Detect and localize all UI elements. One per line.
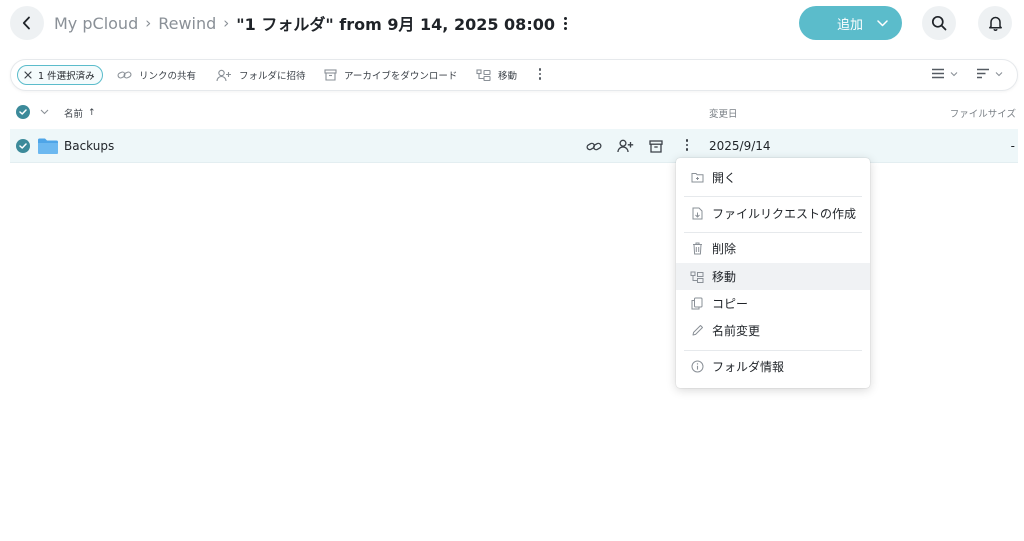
row-checkbox[interactable] (16, 139, 30, 153)
search-button[interactable] (922, 6, 956, 40)
menu-divider (684, 350, 862, 351)
column-modified[interactable]: 変更日 (709, 106, 738, 120)
menu-item-folder-info-label: フォルダ情報 (712, 360, 785, 374)
sort-ascending-icon: ↑ (88, 108, 96, 118)
pencil-icon (690, 324, 704, 338)
invite-to-folder-button[interactable]: フォルダに招待 (216, 66, 306, 84)
menu-item-rename-label: 名前変更 (712, 324, 761, 338)
list-view-icon (932, 68, 944, 79)
column-name[interactable]: 名前 ↑ (64, 106, 96, 120)
breadcrumb-separator: › (145, 14, 152, 32)
row-archive-button[interactable] (647, 137, 665, 155)
add-button-label: 追加 (837, 17, 864, 33)
search-icon (931, 15, 947, 31)
chevron-down-icon (950, 71, 958, 76)
selection-count-label: 1 件選択済み (38, 71, 95, 82)
menu-item-delete[interactable]: 削除 (676, 235, 870, 262)
share-link-label: リンクの共有 (139, 71, 197, 82)
row-share-link-button[interactable] (585, 137, 603, 155)
select-all-checkbox[interactable] (16, 105, 30, 119)
selection-count-chip[interactable]: 1 件選択済み (17, 65, 103, 85)
link-icon (586, 142, 602, 150)
row-invite-button[interactable] (616, 137, 634, 155)
menu-item-delete-label: 削除 (712, 242, 737, 256)
share-link-button[interactable]: リンクの共有 (117, 66, 196, 84)
back-button[interactable] (10, 6, 44, 40)
folder-icon (37, 137, 59, 159)
toolbar-more-icon[interactable] (536, 68, 544, 84)
column-size[interactable]: ファイルサイズ (950, 106, 1016, 120)
trash-icon (690, 242, 704, 256)
select-options-chevron-icon[interactable] (40, 107, 49, 118)
menu-item-move[interactable]: 移動 (676, 263, 870, 290)
menu-item-file-request-label: ファイルリクエストの作成 (712, 207, 857, 221)
column-name-label: 名前 (64, 109, 84, 120)
file-request-icon (690, 207, 704, 221)
link-icon (117, 71, 132, 79)
view-mode-button[interactable] (931, 68, 958, 79)
menu-item-file-request[interactable]: ファイルリクエストの作成 (676, 200, 870, 227)
check-icon (19, 109, 27, 115)
archive-icon (324, 69, 337, 81)
move-icon (476, 69, 491, 81)
sort-icon (977, 68, 989, 79)
add-user-icon (616, 139, 633, 153)
menu-item-copy[interactable]: コピー (676, 290, 870, 317)
copy-icon (690, 297, 704, 311)
row-modified: 2025/9/14 (709, 139, 771, 153)
column-header: 名前 ↑ 変更日 ファイルサイズ (10, 100, 1018, 124)
row-more-icon[interactable] (684, 139, 690, 153)
archive-icon (649, 139, 663, 153)
sort-button[interactable] (976, 68, 1003, 79)
menu-item-open-label: 開く (712, 171, 737, 185)
folder-open-icon (690, 171, 704, 185)
row-size: - (1010, 139, 1015, 153)
menu-item-folder-info[interactable]: フォルダ情報 (676, 353, 870, 380)
chevron-down-icon (995, 71, 1003, 76)
top-header: My pCloud › Rewind › "1 フォルダ" from 9月 14… (0, 0, 1024, 46)
invite-label: フォルダに招待 (239, 71, 306, 82)
menu-item-copy-label: コピー (712, 297, 749, 311)
close-icon[interactable] (24, 71, 32, 79)
title-more-menu-icon[interactable] (562, 15, 570, 31)
chevron-down-icon (877, 19, 888, 27)
menu-divider (684, 232, 862, 233)
add-button[interactable]: 追加 (799, 6, 902, 40)
download-archive-button[interactable]: アーカイブをダウンロード (324, 66, 457, 84)
menu-item-move-label: 移動 (712, 270, 737, 284)
breadcrumb-my-pcloud[interactable]: My pCloud (54, 14, 138, 33)
menu-item-open[interactable]: 開く (676, 164, 870, 191)
selection-toolbar: 1 件選択済み リンクの共有 フォルダに招待 アーカイブをダウンロード 移動 (10, 59, 1018, 91)
notifications-button[interactable] (978, 6, 1012, 40)
row-name[interactable]: Backups (64, 139, 114, 153)
breadcrumb-separator: › (223, 14, 230, 32)
move-button[interactable]: 移動 (476, 66, 517, 84)
breadcrumb-rewind[interactable]: Rewind (158, 14, 216, 33)
check-icon (19, 143, 27, 149)
move-icon (690, 270, 704, 284)
add-user-icon (216, 69, 231, 81)
download-archive-label: アーカイブをダウンロード (344, 71, 458, 82)
menu-item-rename[interactable]: 名前変更 (676, 317, 870, 344)
info-icon (690, 360, 704, 374)
bell-icon (988, 16, 1002, 31)
breadcrumb: My pCloud › Rewind › "1 フォルダ" from 9月 14… (54, 11, 570, 35)
context-menu: 開く ファイルリクエストの作成 削除 移動 コピー 名前変更 フォルダ情報 (676, 158, 870, 388)
menu-divider (684, 196, 862, 197)
move-label: 移動 (498, 71, 518, 82)
chevron-left-icon (22, 16, 30, 30)
page-title: "1 フォルダ" from 9月 14, 2025 08:00 (236, 15, 555, 34)
